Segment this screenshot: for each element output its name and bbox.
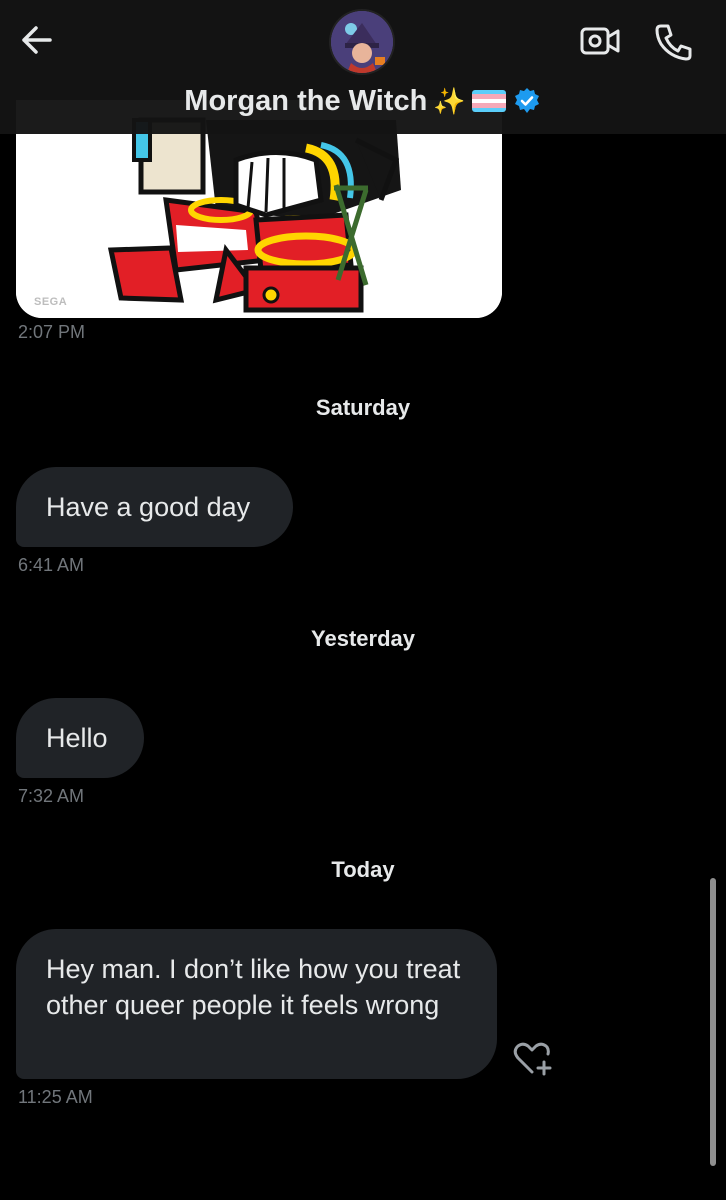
message-timestamp: 6:41 AM <box>18 555 85 575</box>
message-bubble[interactable]: Hello <box>16 698 144 778</box>
message-bubble[interactable]: Hey man. I don’t like how you treat othe… <box>16 929 497 1079</box>
trans-flag-icon <box>471 90 506 112</box>
day-separator: Yesterday <box>311 626 415 651</box>
video-call-button[interactable] <box>578 22 622 60</box>
back-arrow-icon <box>22 26 52 54</box>
avatar-image <box>331 11 393 73</box>
phone-call-button[interactable] <box>652 20 696 62</box>
message-timestamp: 2:07 PM <box>18 322 86 342</box>
scrollbar[interactable] <box>710 878 716 1166</box>
back-button[interactable] <box>14 20 60 60</box>
contact-name: Morgan the Witch <box>184 84 428 117</box>
verified-badge-icon <box>514 88 539 113</box>
day-separator: Today <box>331 857 395 882</box>
message-timestamp: 11:25 AM <box>18 1087 93 1107</box>
sparkles-emoji: ✨ <box>433 85 466 116</box>
contact-title-row[interactable]: Morgan the Witch ✨ <box>0 80 726 122</box>
message-timestamp: 7:32 AM <box>18 786 85 806</box>
phone-icon <box>655 24 692 61</box>
message-bubble[interactable]: Have a good day <box>16 467 293 547</box>
image-watermark: SEGA <box>34 296 68 308</box>
day-separator: Saturday <box>315 395 411 420</box>
conversation-header: Morgan the Witch ✨ <box>0 0 726 134</box>
avatar[interactable] <box>331 11 393 73</box>
flag-stripe <box>471 107 506 112</box>
video-call-icon <box>580 27 620 55</box>
heart-plus-icon <box>513 1042 552 1076</box>
add-reaction-button[interactable] <box>512 1040 554 1078</box>
